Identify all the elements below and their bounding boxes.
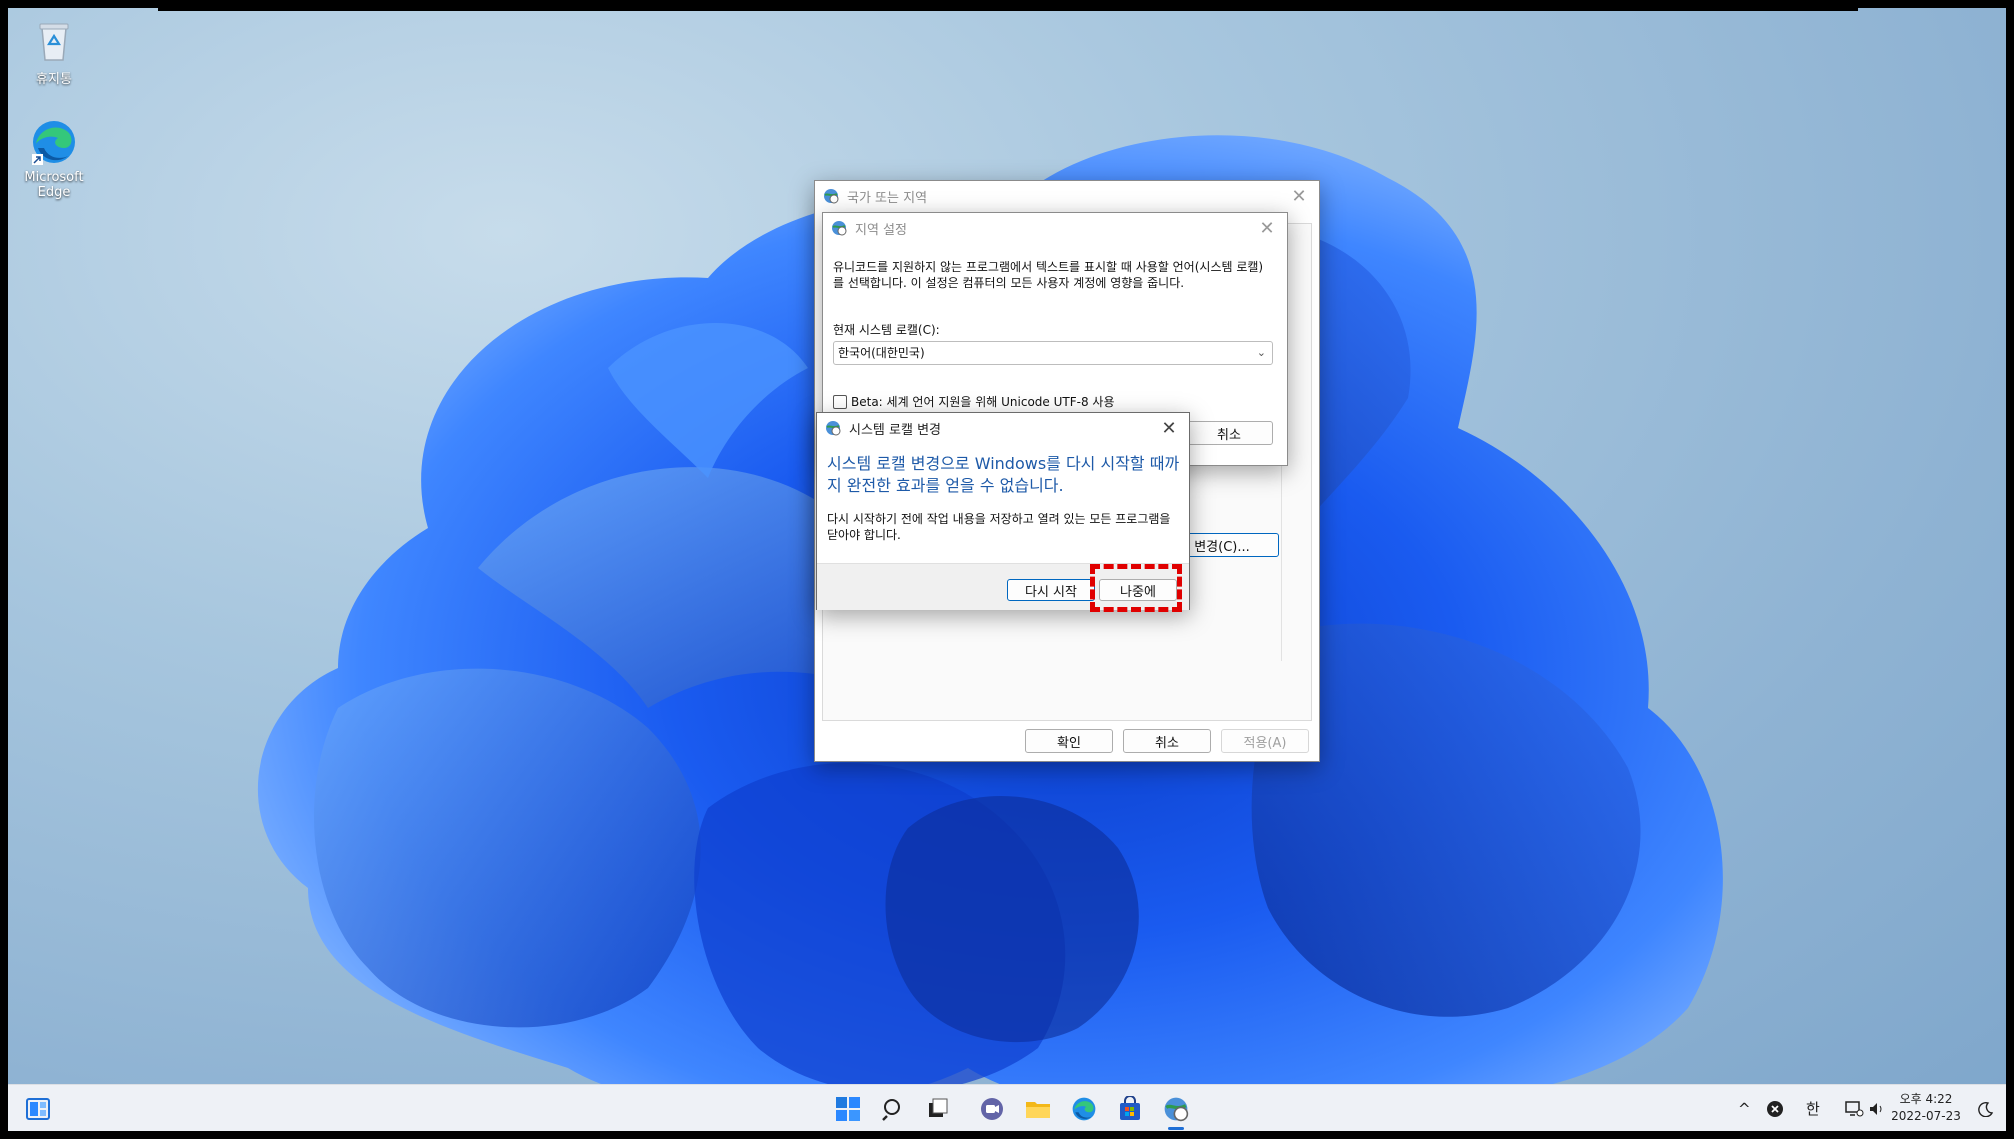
desktop-icon-label: 휴지통: [36, 72, 72, 87]
taskbar: ^ 한 오후 4:22 2022-07-23: [8, 1084, 2006, 1131]
restart-now-button[interactable]: 다시 시작: [1007, 579, 1095, 601]
locale-change-title: 시스템 로캘 변경: [849, 422, 941, 438]
region-settings-taskbar-icon[interactable]: [1160, 1093, 1192, 1125]
focus-assist-moon-icon[interactable]: [1978, 1085, 1994, 1131]
desktop-icon-label: Microsoft Edge: [24, 170, 84, 200]
region-window-close-icon[interactable]: ✕: [1279, 181, 1319, 211]
globe-clock-icon: [824, 189, 839, 204]
region-cancel-button[interactable]: 취소: [1123, 729, 1211, 753]
region-settings-description: 유니코드를 지원하지 않는 프로그램에서 텍스트를 표시할 때 사용할 언어(시…: [833, 260, 1264, 290]
globe-clock-icon: [826, 421, 841, 436]
start-icon[interactable]: [832, 1093, 864, 1125]
volume-icon[interactable]: [1868, 1085, 1886, 1131]
desktop-icon-recycle-bin[interactable]: 휴지통: [14, 16, 94, 87]
clock-time: 오후 4:22: [1899, 1092, 1953, 1106]
locale-change-titlebar[interactable]: 시스템 로캘 변경 ✕: [817, 413, 1189, 443]
locale-change-body: 다시 시작하기 전에 작업 내용을 저장하고 열려 있는 모든 프로그램을 닫아…: [827, 512, 1171, 542]
network-icon[interactable]: [1844, 1085, 1864, 1131]
clock-date: 2022-07-23: [1891, 1109, 1961, 1123]
clock[interactable]: 오후 4:22 2022-07-23: [1886, 1091, 1966, 1125]
locale-change-heading: 시스템 로캘 변경으로 Windows를 다시 시작할 때까지 완전한 효과를 …: [827, 454, 1180, 495]
tray-status-icon[interactable]: [1766, 1085, 1784, 1131]
edge-icon: [30, 118, 78, 166]
region-settings-title: 지역 설정: [855, 222, 907, 238]
ime-mode-indicator[interactable]: 한: [1806, 1085, 1820, 1131]
microsoft-store-icon[interactable]: [1114, 1093, 1146, 1125]
show-hidden-icons-chevron-icon[interactable]: ^: [1738, 1085, 1751, 1131]
chevron-down-icon: ⌄: [1256, 346, 1266, 359]
file-explorer-icon[interactable]: [1022, 1093, 1054, 1125]
recycle-bin-icon: [30, 16, 78, 64]
apply-button[interactable]: 적용(A): [1221, 729, 1309, 753]
utf8-beta-checkbox[interactable]: [833, 394, 847, 409]
active-app-indicator: [1168, 1127, 1184, 1130]
ok-button[interactable]: 확인: [1025, 729, 1113, 753]
search-icon[interactable]: [878, 1093, 910, 1125]
region-settings-close-icon[interactable]: ✕: [1247, 213, 1287, 243]
system-locale-label: 현재 시스템 로캘(C):: [833, 323, 940, 337]
edge-taskbar-icon[interactable]: [1068, 1093, 1100, 1125]
widgets-icon[interactable]: [22, 1093, 54, 1125]
utf8-beta-label: Beta: 세계 언어 지원을 위해 Unicode UTF-8 사용: [851, 395, 1115, 409]
highlight-annotation: [1090, 564, 1182, 612]
region-window-title: 국가 또는 지역: [847, 190, 928, 206]
region-settings-cancel-button[interactable]: 취소: [1185, 421, 1273, 445]
top-border: [158, 8, 1858, 11]
utf8-beta-row: Beta: 세계 언어 지원을 위해 Unicode UTF-8 사용: [833, 393, 1115, 410]
desktop-icon-edge[interactable]: Microsoft Edge: [14, 118, 94, 200]
globe-clock-icon: [832, 221, 847, 236]
region-window-titlebar[interactable]: 국가 또는 지역 ✕: [815, 181, 1319, 211]
task-view-icon[interactable]: [922, 1093, 954, 1125]
desktop: 휴지통 Microsoft Edge 국가 또는 지역 ✕ 변경(C)... 확…: [8, 8, 2006, 1131]
teams-chat-icon[interactable]: [976, 1093, 1008, 1125]
system-locale-select[interactable]: 한국어(대한민국) ⌄: [833, 341, 1273, 365]
locale-change-close-icon[interactable]: ✕: [1149, 413, 1189, 443]
region-settings-titlebar[interactable]: 지역 설정 ✕: [823, 213, 1287, 243]
